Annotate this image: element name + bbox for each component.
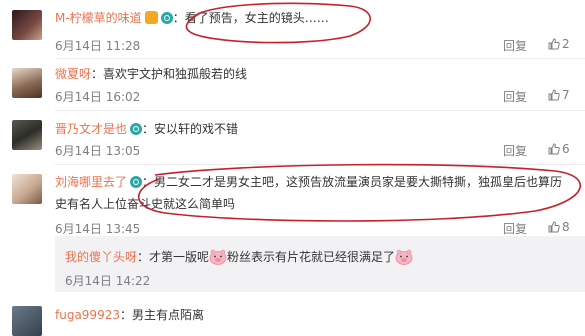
verified-icon[interactable] — [130, 176, 143, 188]
comment-line: fuga99923：男主有点陌离 — [55, 307, 204, 323]
reply-button[interactable]: 回复 — [503, 88, 527, 105]
divider — [55, 164, 585, 165]
timestamp: 6月14日 16:02 — [55, 90, 141, 104]
reply-text: ：才第一版呢 — [137, 250, 210, 264]
reply-button[interactable]: 回复 — [503, 142, 527, 159]
like-button[interactable]: 7 — [548, 88, 570, 102]
reply-button[interactable]: 回复 — [503, 37, 527, 54]
reply-button[interactable]: 回复 — [503, 220, 527, 237]
reply-text: 粉丝表示有片花就已经很满足了 — [227, 250, 396, 264]
like-button[interactable]: 6 — [548, 142, 570, 156]
like-button[interactable]: 2 — [548, 37, 570, 51]
like-button[interactable]: 8 — [548, 220, 570, 234]
comment-text: ：安以轩的戏不错 — [142, 122, 239, 136]
thumbs-up-icon — [548, 89, 560, 101]
username-link[interactable]: 晋乃文才是也 — [55, 122, 127, 136]
username-link[interactable]: 我的傻丫头呀 — [65, 250, 137, 264]
reply-line: 我的傻丫头呀：才第一版呢 粉丝表示有片花就已经很满足了 — [65, 248, 413, 266]
verified-icon[interactable] — [160, 12, 173, 24]
comment-line: 晋乃文才是也 ：安以轩的戏不错 — [55, 121, 238, 137]
like-count: 7 — [562, 88, 570, 102]
comment-line: 刘海哪里去了 ：男二女二才是男女主吧，这预告放流量演员家是要大撕特撕，独孤皇后也算… — [55, 174, 562, 190]
comment-text: ：男二女二才是男女主吧，这预告放流量演员家是要大撕特撕，独孤皇后也算历 — [142, 175, 563, 189]
comment-text: ：看了预告，女主的镜头…… — [172, 11, 329, 25]
avatar[interactable] — [12, 120, 42, 150]
username-link[interactable]: fuga99923 — [55, 308, 120, 322]
pig-emoji-icon — [395, 249, 413, 265]
timestamp: 6月14日 11:28 — [55, 39, 141, 53]
comment-item: fuga99923：男主有点陌离 — [0, 300, 585, 336]
like-count: 8 — [562, 220, 570, 234]
vip-badge-icon[interactable] — [144, 11, 158, 24]
avatar[interactable] — [12, 174, 42, 204]
comment-text: ：男主有点陌离 — [119, 308, 204, 322]
comment-line: M-柠檬草的味道 ：看了预告，女主的镜头…… — [55, 10, 329, 26]
thumbs-up-icon — [548, 143, 560, 155]
avatar[interactable] — [12, 10, 42, 40]
divider — [55, 110, 585, 111]
timestamp: 6月14日 14:22 — [65, 274, 151, 288]
like-count: 6 — [562, 142, 570, 156]
username-link[interactable]: M-柠檬草的味道 — [55, 11, 142, 25]
username-link[interactable]: 刘海哪里去了 — [55, 175, 127, 189]
divider — [55, 58, 585, 59]
comment-text-continued: 史有名人上位奋斗史就这么简单吗 — [55, 197, 236, 211]
username-link[interactable]: 微夏呀 — [55, 67, 91, 81]
avatar[interactable] — [12, 306, 42, 336]
comment-item: M-柠檬草的味道 ：看了预告，女主的镜头…… 6月14日 11:28 回复 2 — [0, 0, 585, 59]
comment-line: 微夏呀：喜欢宇文护和独孤般若的线 — [55, 66, 247, 82]
comment-text: ：喜欢宇文护和独孤般若的线 — [91, 67, 248, 81]
thumbs-up-icon — [548, 221, 560, 233]
verified-icon[interactable] — [130, 123, 143, 135]
nested-reply: 我的傻丫头呀：才第一版呢 粉丝表示有片花就已经很满足了 6月14日 14:22 — [55, 236, 585, 292]
pig-emoji-icon — [209, 249, 227, 265]
comment-item: 微夏呀：喜欢宇文护和独孤般若的线 6月14日 16:02 回复 7 — [0, 60, 585, 112]
timestamp: 6月14日 13:05 — [55, 144, 141, 158]
timestamp: 6月14日 13:45 — [55, 222, 141, 236]
avatar[interactable] — [12, 68, 42, 98]
like-count: 2 — [562, 37, 570, 51]
comment-item: 晋乃文才是也 ：安以轩的戏不错 6月14日 13:05 回复 6 — [0, 112, 585, 165]
thumbs-up-icon — [548, 38, 560, 50]
